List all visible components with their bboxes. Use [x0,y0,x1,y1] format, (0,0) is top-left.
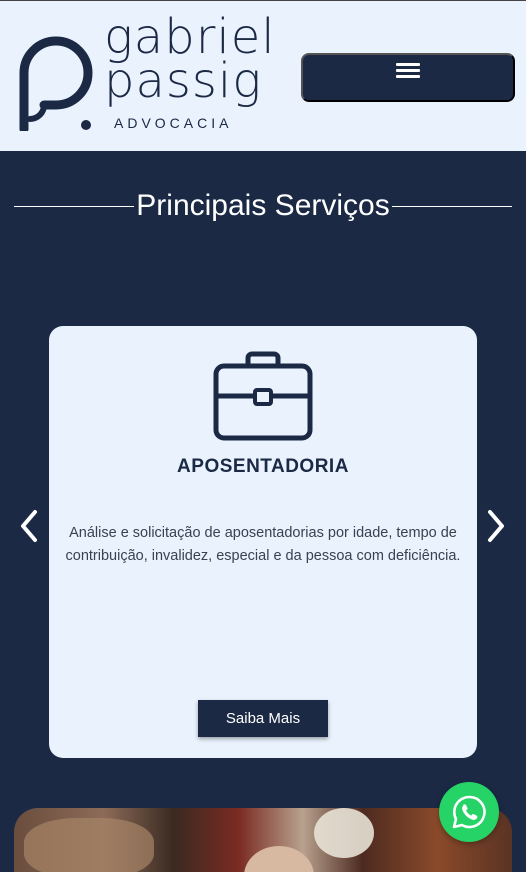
whatsapp-icon [452,795,486,829]
whatsapp-button[interactable] [439,782,499,842]
chevron-right-icon[interactable] [484,508,508,544]
learn-more-button[interactable]: Saiba Mais [198,700,328,737]
briefcase-icon [213,351,313,441]
heading-rule-left [14,205,135,207]
menu-button[interactable] [301,53,515,102]
logo-name: gabriel passig [104,13,276,109]
service-description: Análise e solicitação de aposentadorias … [65,525,461,564]
site-header: gabriel passig ADVOCACIA [0,0,526,151]
section-title: Principais Serviços [136,189,390,222]
logo[interactable]: gabriel passig ADVOCACIA [16,13,276,135]
office-photo [14,808,512,872]
heading-rule-right [391,205,513,207]
logo-mark-icon [19,36,93,131]
hamburger-icon [396,62,420,81]
logo-line-2: passig [104,53,263,109]
service-title: APOSENTADORIA [177,456,349,477]
service-card: APOSENTADORIA Análise e solicitação de a… [49,326,477,758]
logo-subtitle: ADVOCACIA [114,115,233,131]
section-heading: Principais Serviços [14,186,513,226]
chevron-left-icon[interactable] [17,508,41,544]
